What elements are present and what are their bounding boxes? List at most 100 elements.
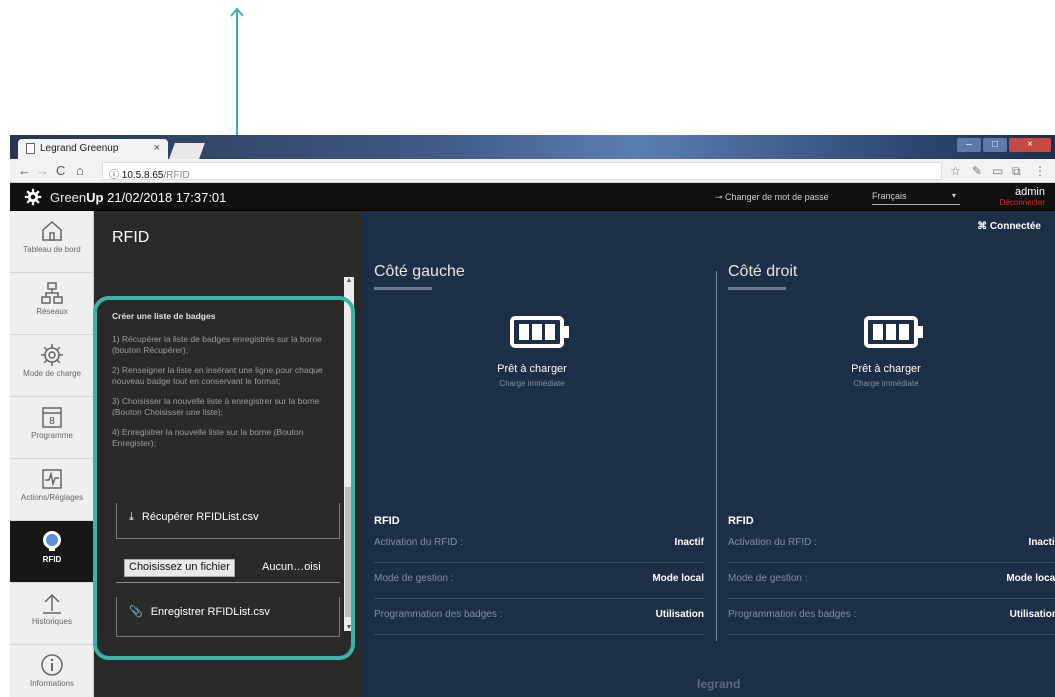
panel-title: RFID: [112, 229, 150, 246]
battery-icon: [510, 316, 569, 348]
scrollbar-thumb[interactable]: [345, 487, 353, 617]
sidebar-item-info[interactable]: Informations: [10, 645, 94, 697]
rfid-row-value: Utilisation: [1009, 609, 1055, 620]
change-password-link[interactable]: ⊸ Changer de mot de passe: [715, 192, 829, 203]
language-value: Français: [872, 191, 907, 201]
network-icon: [41, 282, 63, 304]
sidebar-item-program[interactable]: 8 Programme: [10, 397, 94, 459]
pulse-icon: [42, 469, 62, 489]
menu-icon[interactable]: ⋮: [1034, 164, 1046, 178]
rfid-row-value: Inactif: [674, 537, 704, 548]
url-field[interactable]: ⓘ 10.5.8.65/RFID: [102, 162, 942, 181]
sidebar-item-label: Réseaux: [36, 307, 68, 316]
scroll-up-icon[interactable]: ▲: [344, 277, 354, 284]
rfid-section-title: RFID: [728, 515, 754, 527]
rfid-row-key: Programmation des badges :: [374, 609, 503, 620]
star-icon[interactable]: ☆: [950, 164, 961, 178]
choose-file-button[interactable]: Choisissez un fichier: [124, 559, 235, 577]
sidebar-item-label: Tableau de bord: [23, 245, 81, 254]
url-host: 10.5.8.65: [121, 170, 164, 181]
rfid-row: Programmation des badges : Utilisation: [728, 599, 1055, 635]
extension-icon[interactable]: ▭: [992, 164, 1003, 178]
title-underline: [374, 287, 432, 290]
close-window-button[interactable]: ×: [1009, 138, 1051, 152]
battery-icon: [864, 316, 923, 348]
rfid-row-key: Mode de gestion :: [728, 573, 808, 584]
rfid-row-key: Activation du RFID :: [728, 537, 817, 548]
browser-window: Legrand Greenup × – □ × ← → C ⌂ ⓘ 10.5.8…: [10, 135, 1055, 697]
rfid-panel: RFID ▲ ▼ Créer une liste de badges 1) Ré…: [94, 211, 362, 697]
extension-icon[interactable]: ✎: [972, 164, 982, 178]
sidebar-item-label: Historiques: [31, 617, 72, 626]
rfid-row-key: Programmation des badges :: [728, 609, 857, 620]
charge-state: Prêt à charger: [851, 363, 921, 375]
rfid-row: Activation du RFID : Inactif: [374, 527, 704, 563]
sidebar-item-networks[interactable]: Réseaux: [10, 273, 94, 335]
left-side-panel: Côté gauche Prêt à charger Charge immédi…: [362, 211, 704, 697]
home-icon[interactable]: ⌂: [76, 163, 84, 178]
charge-mode: Charge immédiate: [853, 379, 919, 388]
rfid-row-value: Mode local: [652, 573, 704, 584]
reload-icon[interactable]: C: [56, 163, 65, 178]
new-tab-button[interactable]: [169, 143, 205, 159]
address-bar-row: ← → C ⌂ ⓘ 10.5.8.65/RFID ☆ ✎ ▭ ⧉ ⋮: [10, 159, 1055, 183]
screenshot-root: Legrand Greenup × – □ × ← → C ⌂ ⓘ 10.5.8…: [0, 0, 1055, 697]
info-icon: ⓘ: [109, 170, 122, 181]
download-label: Récupérer RFIDList.csv: [141, 511, 259, 523]
home-icon: [42, 220, 62, 241]
side-title: Côté droit: [728, 263, 798, 280]
sidebar-item-label: Actions/Réglages: [20, 493, 84, 502]
app-header: GreenUp 21/02/2018 17:37:01 ⊸ Changer de…: [10, 183, 1055, 211]
back-icon[interactable]: ←: [18, 163, 31, 178]
browser-tab-title: Legrand Greenup: [40, 143, 119, 154]
charge-mode: Charge immédiate: [499, 379, 565, 388]
rfid-row: Programmation des badges : Utilisation: [374, 599, 704, 635]
sidebar-item-label: Informations: [29, 679, 75, 688]
save-rfid-list-button[interactable]: 📎 Enregistrer RFIDList.csv: [116, 597, 340, 637]
gear-icon[interactable]: [24, 188, 42, 206]
sidebar-item-actions[interactable]: Actions/Réglages: [10, 459, 94, 521]
url-path: /RFID: [163, 170, 190, 181]
rfid-section-title: RFID: [374, 515, 400, 527]
dropdown-arrow-icon: ▾: [951, 191, 956, 200]
app-brand: GreenUp 21/02/2018 17:37:01: [50, 190, 226, 205]
close-tab-icon[interactable]: ×: [154, 142, 160, 154]
rfid-row-value: Utilisation: [655, 609, 704, 620]
side-title: Côté gauche: [374, 263, 465, 280]
download-rfid-list-button[interactable]: ⤓ Récupérer RFIDList.csv: [116, 503, 340, 539]
upload-icon: [43, 593, 61, 614]
instructions: Créer une liste de badges 1) Récupérer l…: [112, 311, 340, 458]
sidebar-item-history[interactable]: Historiques: [10, 583, 94, 645]
instructions-heading: Créer une liste de badges: [112, 311, 216, 321]
change-password-label: Changer de mot de passe: [725, 192, 829, 202]
charge-state: Prêt à charger: [497, 363, 567, 375]
sidebar-item-label: RFID: [42, 555, 62, 564]
rfid-row-key: Activation du RFID :: [374, 537, 463, 548]
header-datetime: 21/02/2018 17:37:01: [107, 190, 227, 205]
sidebar-item-charge-mode[interactable]: Mode de charge: [10, 335, 94, 397]
instruction-step: 1) Récupérer la liste de badges enregist…: [112, 334, 322, 355]
browser-tab-bar: Legrand Greenup × – □ ×: [10, 135, 1055, 159]
sidebar-item-dashboard[interactable]: Tableau de bord: [10, 211, 94, 273]
user-block: admin Déconnecter: [1000, 186, 1045, 207]
main-content: ⌘ Connectée Côté gauche Prêt à charger C…: [362, 211, 1055, 697]
download-icon: ⤓: [129, 511, 134, 523]
user-name: admin: [1015, 186, 1045, 198]
logout-link[interactable]: Déconnecter: [1000, 198, 1045, 207]
language-select[interactable]: Français ▾: [872, 191, 960, 205]
minimize-button[interactable]: –: [957, 138, 981, 152]
panel-scrollbar[interactable]: ▲ ▼: [344, 277, 354, 631]
save-label: Enregistrer RFIDList.csv: [150, 606, 270, 618]
page-icon: [26, 143, 35, 154]
sidebar-item-rfid[interactable]: RFID: [10, 521, 94, 583]
gear-icon: [41, 344, 63, 366]
sidebar-nav: Tableau de bord Réseaux Mode de charge 8…: [10, 211, 94, 697]
legrand-logo: legrand: [697, 677, 741, 691]
forward-icon[interactable]: →: [36, 163, 49, 178]
extension-icon[interactable]: ⧉: [1012, 164, 1021, 179]
scroll-down-icon[interactable]: ▼: [344, 624, 354, 631]
sidebar-item-label: Mode de charge: [23, 369, 81, 378]
maximize-button[interactable]: □: [983, 138, 1007, 152]
browser-tab[interactable]: Legrand Greenup ×: [18, 139, 168, 159]
rfid-row: Mode de gestion : Mode local: [728, 563, 1055, 599]
